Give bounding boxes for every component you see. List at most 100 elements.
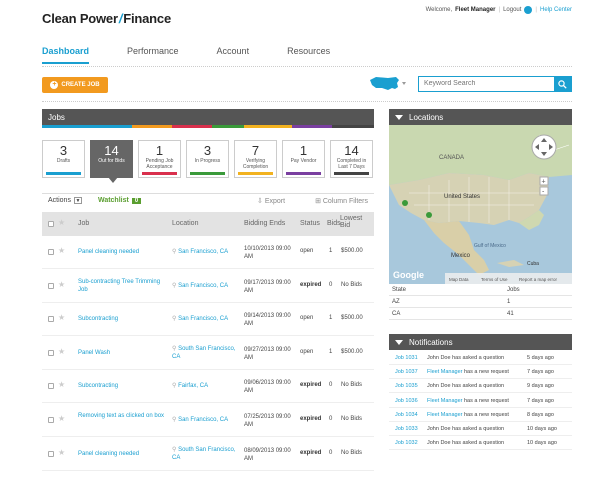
col-location[interactable]: Location [172,220,198,227]
table-row[interactable]: ★ Subcontracting ⚲ Fairfax, CA 09/06/2013 0… [42,370,374,404]
list-item[interactable]: Job 1037 Fleet Manager has a new request 7… [389,365,572,380]
row-checkbox[interactable] [48,383,54,390]
select-all-checkbox[interactable] [48,221,54,227]
list-item[interactable]: Job 1036 Fleet Manager has a new request 7… [389,394,572,408]
notification-job-link[interactable]: Job 1035 [395,383,418,389]
row-checkbox[interactable] [48,450,54,457]
table-row[interactable]: ★ Panel Wash ⚲ South San Francisco, CA 09/2… [42,337,374,370]
actions-menu[interactable]: Actions ▼ [48,197,82,204]
job-link[interactable]: Panel Wash [78,349,170,357]
notification-actor[interactable]: Fleet Manager [427,398,462,404]
lowest-bid-cell: No Bids [341,281,363,288]
list-item[interactable]: Job 1032 John Doe has asked a question 10 … [389,436,572,451]
column-filters-button[interactable]: ⊞ Column Filters [315,197,368,205]
list-item[interactable]: Job 1034 Fleet Manager has a new request 8… [389,408,572,422]
watchlist-link[interactable]: Watchlist 0 [98,197,142,204]
star-icon[interactable]: ★ [58,380,65,389]
table-row[interactable]: ★ Panel cleaning needed ⚲ San Francisco, C… [42,236,374,269]
list-item[interactable]: Job 1035 John Doe has asked a question 9 d… [389,379,572,394]
us-map-icon[interactable] [368,75,408,93]
notification-job-link[interactable]: Job 1036 [395,398,418,404]
list-item[interactable]: Job 1031 John Doe has asked a question 5 d… [389,351,572,365]
search-input[interactable] [419,77,554,91]
status-label: Pay Vendor [290,158,317,164]
col-lowest-bid[interactable]: Lowest Bid [340,215,362,229]
status-card[interactable]: 1 Pay Vendor [282,140,325,178]
notification-job-link[interactable]: Job 1034 [395,412,418,418]
notification-job-link[interactable]: Job 1037 [395,369,418,375]
status-card[interactable]: 14 Out for Bids [90,140,133,183]
col-bidding-ends[interactable]: Bidding Ends [244,220,285,227]
job-link[interactable]: Removing text as clicked on box [78,412,170,420]
status-count: 14 [344,143,359,158]
divider [42,101,572,102]
search-button[interactable] [554,77,571,91]
status-cell: expired [300,281,322,288]
table-row[interactable]: ★ Sub-contracting Tree Trimming Job ⚲ San … [42,270,374,303]
job-link[interactable]: Subcontracting [78,315,170,323]
tab-resources[interactable]: Resources [287,46,330,64]
star-icon[interactable]: ★ [58,448,65,457]
row-checkbox[interactable] [48,417,54,423]
create-job-button[interactable]: + CREATE JOB [42,77,108,93]
status-count: 1 [155,143,164,158]
table-row[interactable]: ★ Subcontracting ⚲ San Francisco, CA 09/14/… [42,303,374,337]
logout-link[interactable]: Logout [503,7,521,13]
location-text[interactable]: Fairfax, CA [178,383,208,389]
status-cell: expired [300,382,322,389]
table-row[interactable]: AZ 1 [389,296,572,308]
location-text[interactable]: San Francisco, CA [178,417,228,423]
tab-account[interactable]: Account [217,46,250,64]
locations-map[interactable]: CANADA United States Gulf of Mexico Mexi… [389,125,572,284]
map-canvas: CANADA United States Gulf of Mexico Mexi… [389,125,572,284]
jobs-table-header: ★ Job Location Bidding Ends Status Bids … [42,212,374,236]
star-icon[interactable]: ★ [58,246,65,255]
table-row[interactable]: ★ Removing text as clicked on box ⚲ San Fr… [42,404,374,437]
row-checkbox[interactable] [48,282,54,289]
location-text[interactable]: San Francisco, CA [178,249,228,255]
collapse-icon[interactable] [395,339,403,345]
notification-actor[interactable]: Fleet Manager [427,412,462,418]
list-item[interactable]: Job 1033 John Doe has asked a question 10 … [389,422,572,436]
star-icon[interactable]: ★ [58,280,65,289]
col-status[interactable]: Status [300,220,320,227]
bids-cell: 0 [329,416,333,422]
row-checkbox[interactable] [48,249,54,255]
status-card[interactable]: 7 Verifying Completion [234,140,277,178]
job-link[interactable]: Sub-contracting Tree Trimming Job [78,278,170,294]
status-card[interactable]: 3 Drafts [42,140,85,178]
job-link[interactable]: Panel cleaning needed [78,248,170,256]
location-text[interactable]: South San Francisco, CA [172,346,235,360]
table-row[interactable]: CA 41 [389,308,572,320]
row-checkbox[interactable] [48,316,54,323]
notification-job-link[interactable]: Job 1033 [395,426,418,432]
location-text[interactable]: San Francisco, CA [178,316,228,322]
table-row[interactable]: ★ Panel cleaning needed ⚲ South San Franci… [42,438,374,471]
col-bids[interactable]: Bids [327,220,341,227]
export-button[interactable]: ⇩ Export [257,197,285,205]
status-card[interactable]: 1 Pending Job Acceptance [138,140,181,178]
notification-actor[interactable]: Fleet Manager [427,369,462,375]
divider [42,66,572,67]
star-icon[interactable]: ★ [58,414,65,423]
collapse-icon[interactable] [395,114,403,120]
col-job[interactable]: Job [78,220,89,227]
status-card[interactable]: 14 Completed in Last 7 Days [330,140,373,178]
tab-dashboard[interactable]: Dashboard [42,46,90,64]
location-text[interactable]: San Francisco, CA [178,283,228,289]
tab-performance[interactable]: Performance [127,46,179,64]
notification-job-link[interactable]: Job 1032 [395,440,418,446]
help-center-link[interactable]: Help Center [540,7,572,13]
notification-job-link[interactable]: Job 1031 [395,355,418,361]
gear-icon[interactable] [524,6,533,14]
bidding-ampm: AM [244,388,253,395]
star-icon[interactable]: ★ [58,347,65,356]
logo[interactable]: Clean Power/Finance [42,11,171,26]
job-link[interactable]: Panel cleaning needed [78,450,170,458]
pin-icon: ⚲ [172,316,177,323]
star-icon[interactable]: ★ [58,313,65,322]
job-link[interactable]: Subcontracting [78,382,170,390]
status-card[interactable]: 3 In Progress [186,140,229,178]
location-text[interactable]: South San Francisco, CA [172,447,235,461]
row-checkbox[interactable] [48,349,54,356]
